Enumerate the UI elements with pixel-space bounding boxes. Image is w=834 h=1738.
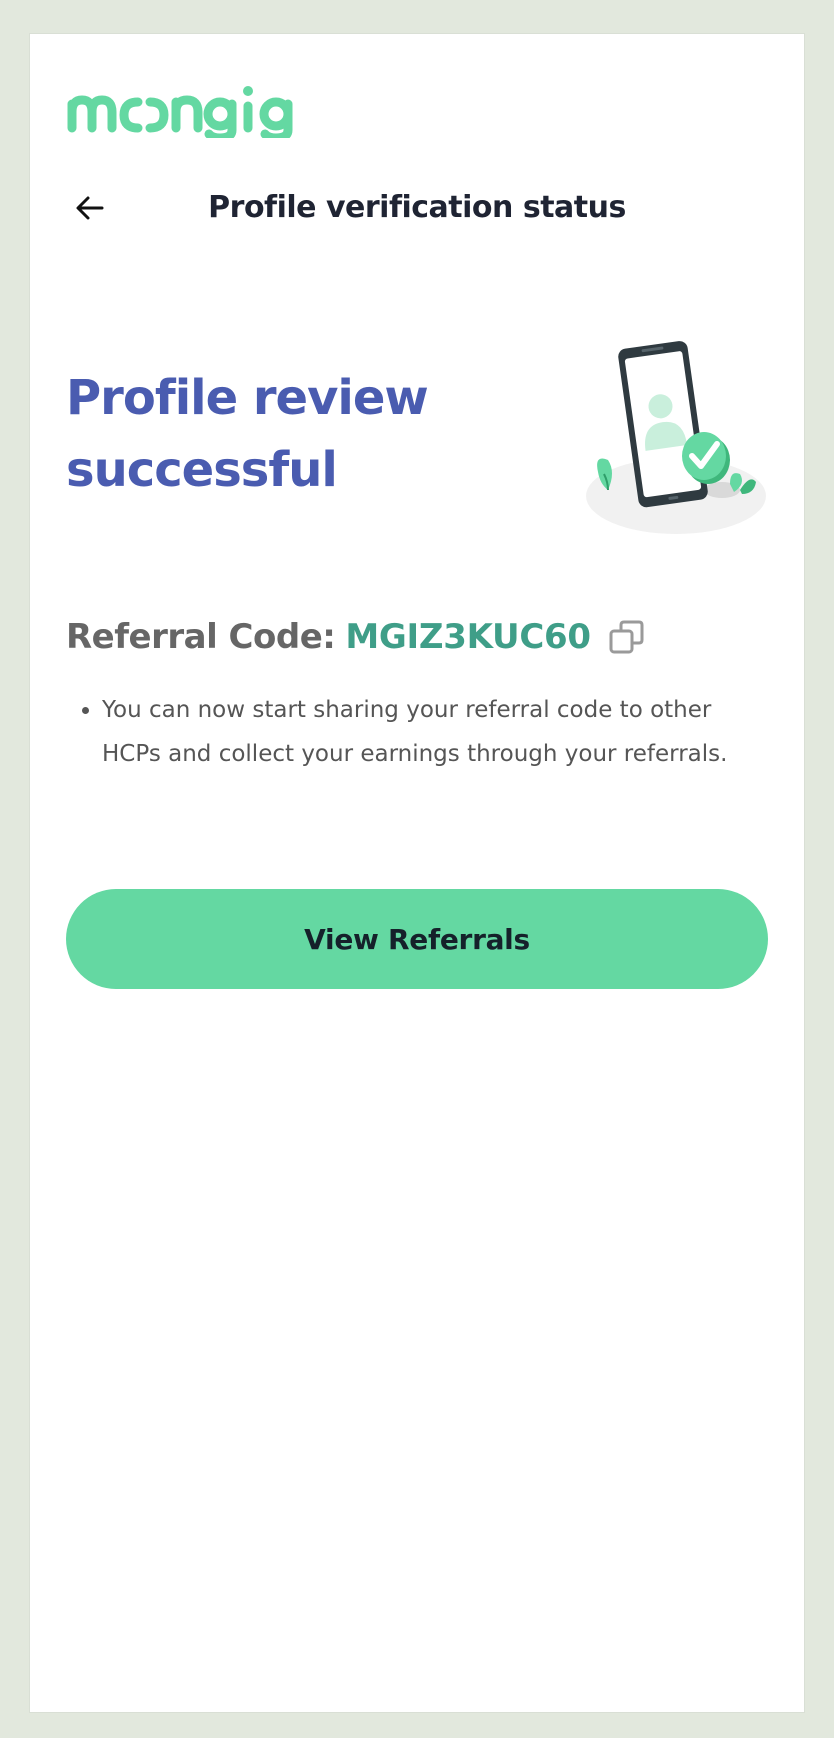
copy-referral-code-button[interactable] <box>607 617 647 657</box>
referral-code-row: Referral Code: MGIZ3KUC60 <box>66 612 768 662</box>
referral-code-value: MGIZ3KUC60 <box>345 617 591 657</box>
list-item: You can now start sharing your referral … <box>102 688 768 776</box>
brand-logo: moongig <box>66 78 302 138</box>
copy-icon <box>609 620 644 654</box>
page-title: Profile verification status <box>208 190 626 225</box>
page-header: Profile verification status <box>66 184 768 244</box>
status-heading: Profile review successful <box>66 370 429 498</box>
status-hero: Profile review successful <box>66 341 768 554</box>
view-referrals-label: View Referrals <box>304 922 530 956</box>
view-referrals-button[interactable]: View Referrals <box>66 889 768 989</box>
referral-info-list: You can now start sharing your referral … <box>66 688 768 776</box>
referral-code-label: Referral Code: <box>66 617 336 657</box>
moongig-logo-icon <box>67 86 293 138</box>
page-card: moongig <box>30 34 804 1712</box>
referral-section: Referral Code: MGIZ3KUC60 You can now st… <box>66 612 768 776</box>
phone-verified-illustration <box>586 341 766 534</box>
